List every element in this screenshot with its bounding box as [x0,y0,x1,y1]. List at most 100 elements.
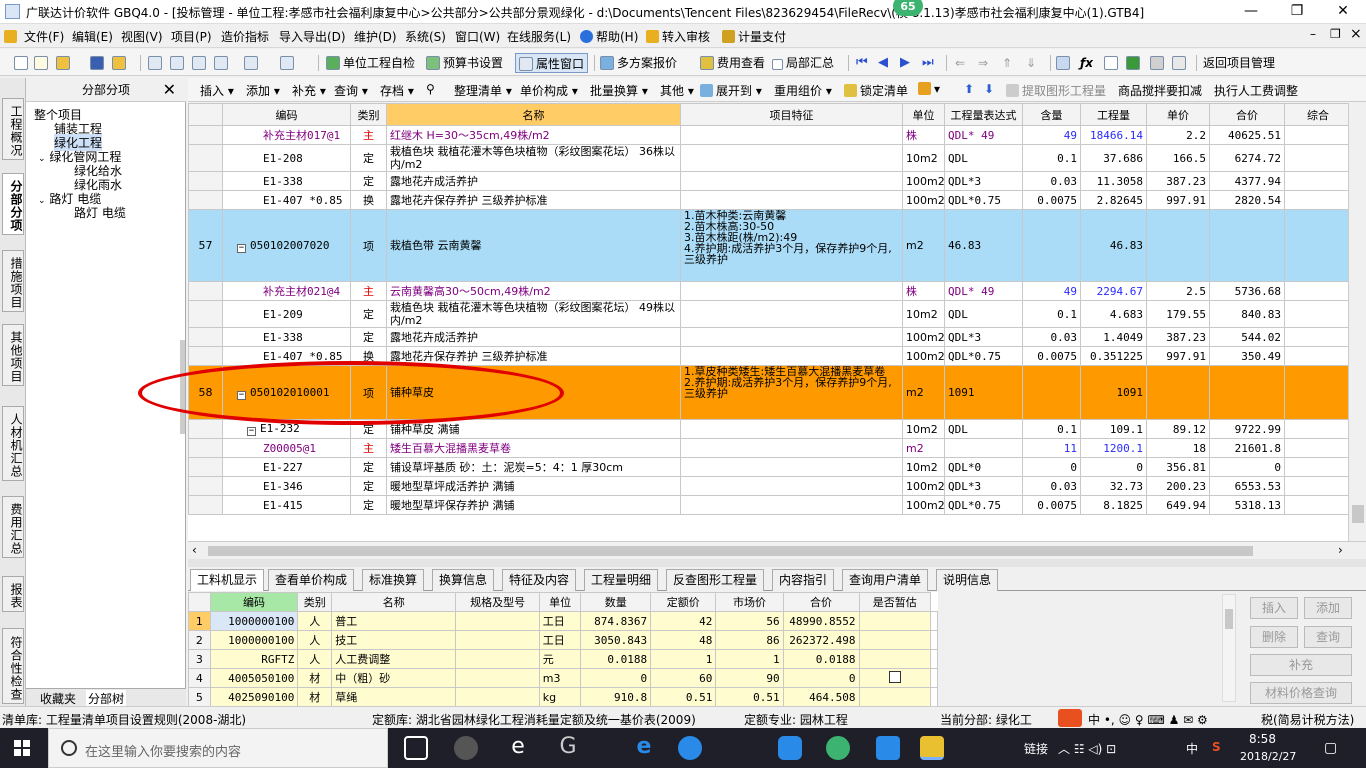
category-cell[interactable]: 主 [350,281,387,301]
paint-icon[interactable]: ▾ [918,82,940,96]
total-cell[interactable]: 350.49 [1209,346,1285,366]
unit-price-cell[interactable] [1146,209,1210,282]
code-cell[interactable]: E1-338 [222,327,351,347]
estimated-checkbox[interactable] [888,670,901,683]
vtab-fee-summary[interactable]: 费用汇总 [2,496,24,558]
scroll-right-icon[interactable]: › [1338,543,1343,557]
price-composition-button[interactable]: 单价构成 ▾ [520,82,578,99]
blue-plus-app-icon[interactable] [876,736,900,760]
quantity-cell[interactable]: 11.3058 [1080,171,1147,191]
code-cell[interactable]: −050102007020 [222,209,351,282]
unit-cell[interactable]: 10m2 [902,457,945,477]
code-cell[interactable]: E1-415 [222,495,351,515]
feature-cell[interactable]: 1.苗木种类:云南黄馨 2.苗木株高:30-50 3.苗木株距(株/m2):49… [680,209,903,282]
tab-material-display[interactable]: 工料机显示 [190,569,265,591]
partial-summary-checkbox[interactable]: 局部汇总 [772,53,834,73]
quantity-cell[interactable]: 1200.1 [1080,438,1147,458]
content-cell[interactable] [1022,365,1081,420]
self-check-button[interactable]: 单位工程自检 [326,53,415,73]
budget-settings-button[interactable]: 预算书设置 [426,53,503,73]
row-number[interactable] [188,346,223,366]
material-unit[interactable]: 工日 [538,611,582,631]
code-cell[interactable]: E1-209 [222,300,351,328]
composite-cell[interactable] [1284,300,1348,328]
unit-cell[interactable]: 100m2 [902,476,945,496]
name-cell[interactable]: 矮生百慕大混播黑麦草卷 [386,438,681,458]
content-cell[interactable]: 0 [1022,457,1081,477]
content-cell[interactable]: 0.1 [1022,300,1081,328]
last-icon[interactable]: ⏭ [922,53,934,73]
quantity-cell[interactable]: 32.73 [1080,476,1147,496]
row-number[interactable] [188,438,223,458]
quantity-cell[interactable]: 109.1 [1080,419,1147,439]
name-cell[interactable]: 栽植色带 云南黄馨 [386,209,681,282]
feature-cell[interactable] [680,438,903,458]
material-spec[interactable] [455,668,540,688]
material-quantity[interactable]: 0 [580,668,652,688]
composite-cell[interactable] [1284,419,1348,439]
quantity-cell[interactable]: 2.82645 [1080,190,1147,210]
unit-price-cell[interactable]: 2.5 [1146,281,1210,301]
query-button[interactable]: 查询 ▾ [334,82,368,99]
feature-cell[interactable] [680,171,903,191]
quantity-cell[interactable]: 1091 [1080,365,1147,420]
total-cell[interactable]: 40625.51 [1209,125,1285,145]
quantity-cell[interactable]: 37.686 [1080,144,1147,172]
collapse-icon[interactable]: ⌄ [38,154,46,164]
gbq-app-icon[interactable] [920,736,944,760]
expression-cell[interactable]: 46.83 [944,209,1023,282]
expression-cell[interactable] [944,438,1023,458]
menu-project[interactable]: 项目(P) [171,28,212,45]
material-category[interactable]: 人 [297,611,333,631]
quantity-cell[interactable]: 0.351225 [1080,346,1147,366]
sogou-ime-icon[interactable] [1058,709,1082,727]
name-cell[interactable]: 露地花卉成活养护 [386,171,681,191]
edge-icon[interactable]: e [632,736,656,760]
material-category[interactable]: 人 [297,649,333,669]
composite-cell[interactable] [1284,209,1348,282]
unit-cell[interactable]: m2 [902,209,945,282]
quantity-cell[interactable]: 0 [1080,457,1147,477]
table-row[interactable]: 补充主材021@4 主云南黄馨高30～50cm,49株/m2 株 QDL* 49 49 2… [188,281,1348,301]
paste-icon[interactable] [192,53,209,73]
expression-cell[interactable]: QDL* 49 [944,281,1023,301]
total-cell[interactable]: 2820.54 [1209,190,1285,210]
menu-view[interactable]: 视图(V) [121,28,163,45]
fee-view-button[interactable]: 费用查看 [700,53,765,73]
labor-fee-adjust-button[interactable]: 执行人工费调整 [1214,82,1298,99]
panel-close-icon[interactable]: ✕ [163,78,176,102]
stack-icon[interactable] [1150,53,1167,73]
extract-graphic-quantity-button[interactable]: 提取图形工程量 [1006,82,1106,99]
material-row[interactable]: 1 1000000100 人普工 工日 874.8367 42 56 48990.8552 [188,611,938,631]
tray-sogou-icon[interactable]: S [1212,740,1221,754]
table-row[interactable]: E1-209 定栽植色块 栽植花灌木等色块植物（彩纹图案花坛） 49株以内/m2 1… [188,300,1348,328]
unit-price-cell[interactable]: 997.91 [1146,346,1210,366]
table-row[interactable]: E1-346 定暖地型草坪成活养护 满铺 100m2 QDL*3 0.03 32.73 20… [188,476,1348,496]
unit-cell[interactable]: 10m2 [902,419,945,439]
material-category[interactable]: 材 [297,668,333,688]
material-name[interactable]: 草绳 [331,687,457,706]
quantity-cell[interactable]: 1.4049 [1080,327,1147,347]
material-quota-price[interactable]: 0.51 [650,687,717,706]
first-icon[interactable]: ⏮ [856,53,868,73]
name-cell[interactable]: 露地花卉成活养护 [386,327,681,347]
feature-cell[interactable] [680,125,903,145]
material-row[interactable]: 5 4025090100 材草绳 kg 910.8 0.51 0.51 464.508 [188,687,938,706]
code-cell[interactable]: 补充主材021@4 [222,281,351,301]
mdi-restore-button[interactable]: ❐ [1330,27,1341,41]
material-market-price[interactable]: 1 [715,649,784,669]
unit-price-cell[interactable]: 18 [1146,438,1210,458]
material-header-category[interactable]: 类别 [297,592,333,612]
undo-icon[interactable] [244,53,261,73]
new-doc-icon[interactable] [34,53,51,73]
material-total[interactable]: 48990.8552 [782,611,860,631]
category-cell[interactable]: 定 [350,457,387,477]
material-rownum[interactable]: 4 [188,668,211,688]
material-quantity[interactable]: 874.8367 [580,611,652,631]
doc-list-icon[interactable] [1104,53,1121,73]
material-price-query-button[interactable]: 材料价格查询 [1250,682,1352,704]
ime-toolbar-icons[interactable]: 中 •, ☺ ♀ ⌨ ♟ ✉ ⚙ [1088,711,1208,728]
quantity-cell[interactable]: 2294.67 [1080,281,1147,301]
table-row[interactable]: E1-407 *0.85 换露地花卉保存养护 三级养护标准 100m2 QDL*0.7… [188,190,1348,210]
material-market-price[interactable]: 90 [715,668,784,688]
